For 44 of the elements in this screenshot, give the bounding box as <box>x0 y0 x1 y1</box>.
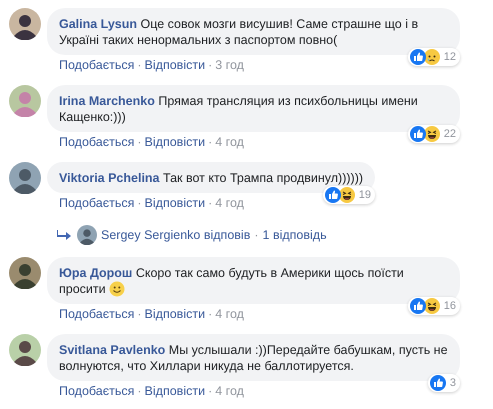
avatar[interactable] <box>9 8 41 40</box>
reply-count-link[interactable]: 1 відповідь <box>262 227 327 243</box>
separator: · <box>137 134 142 150</box>
reaction-count: 3 <box>450 376 456 391</box>
like-link[interactable]: Подобається <box>59 134 134 150</box>
reply-link[interactable]: Відповісти <box>144 383 206 399</box>
separator: · <box>137 57 142 73</box>
reaction-count: 12 <box>444 50 456 65</box>
reply-link[interactable]: Відповісти <box>144 195 206 211</box>
comment-text: Galina Lysun Оце совок мозги висушив! Саме страшне що і в Україні таких ненормальних з паспортом повно( <box>59 17 418 47</box>
separator: · <box>137 306 142 322</box>
author-link[interactable]: Viktoria Pchelina <box>59 171 160 185</box>
comment-text: Юра Дорош Скоро так само будуть в Америки щось поїсти просити <box>59 266 404 296</box>
reaction-count: 19 <box>358 188 372 203</box>
like-link[interactable]: Подобається <box>59 195 134 211</box>
separator: · <box>137 383 142 399</box>
replies-link[interactable]: Sergey Sergienko відповів <box>101 227 250 243</box>
like-link[interactable]: Подобається <box>59 306 134 322</box>
comment-text: Viktoria Pchelina Так вот кто Трампа продвинул)))))) <box>59 171 364 185</box>
separator: · <box>208 383 212 399</box>
reaction-count: 16 <box>444 299 456 314</box>
separator: · <box>137 195 142 211</box>
comment-text: Svitlana Pavlenko Мы услышали :))Передайте бабушкам, пусть не волнуются, что Хиллари никуда не баллотируется. <box>59 343 448 373</box>
separator: · <box>208 306 212 322</box>
author-link[interactable]: Юра Дорош <box>59 266 132 280</box>
avatar[interactable] <box>9 162 41 194</box>
author-link[interactable]: Irina Marchenko <box>59 94 155 108</box>
reply-link[interactable]: Відповісти <box>144 134 206 150</box>
separator: · <box>208 57 212 73</box>
avatar[interactable] <box>9 334 41 366</box>
comment-text: Irina Marchenko Прямая трансляция из психбольницы имени Кащенко:))) <box>59 94 418 124</box>
reply-link[interactable]: Відповісти <box>144 57 206 73</box>
reply-link[interactable]: Відповісти <box>144 306 206 322</box>
author-link[interactable]: Svitlana Pavlenko <box>59 343 166 357</box>
separator: · <box>208 195 212 211</box>
reply-arrow-icon <box>57 230 71 240</box>
reaction-count: 22 <box>444 127 456 142</box>
author-link[interactable]: Galina Lysun <box>59 17 138 31</box>
like-link[interactable]: Подобається <box>59 57 134 73</box>
like-link[interactable]: Подобається <box>59 383 134 399</box>
avatar[interactable] <box>9 257 41 289</box>
separator: · <box>254 227 259 243</box>
separator: · <box>208 134 212 150</box>
avatar[interactable] <box>77 225 97 245</box>
